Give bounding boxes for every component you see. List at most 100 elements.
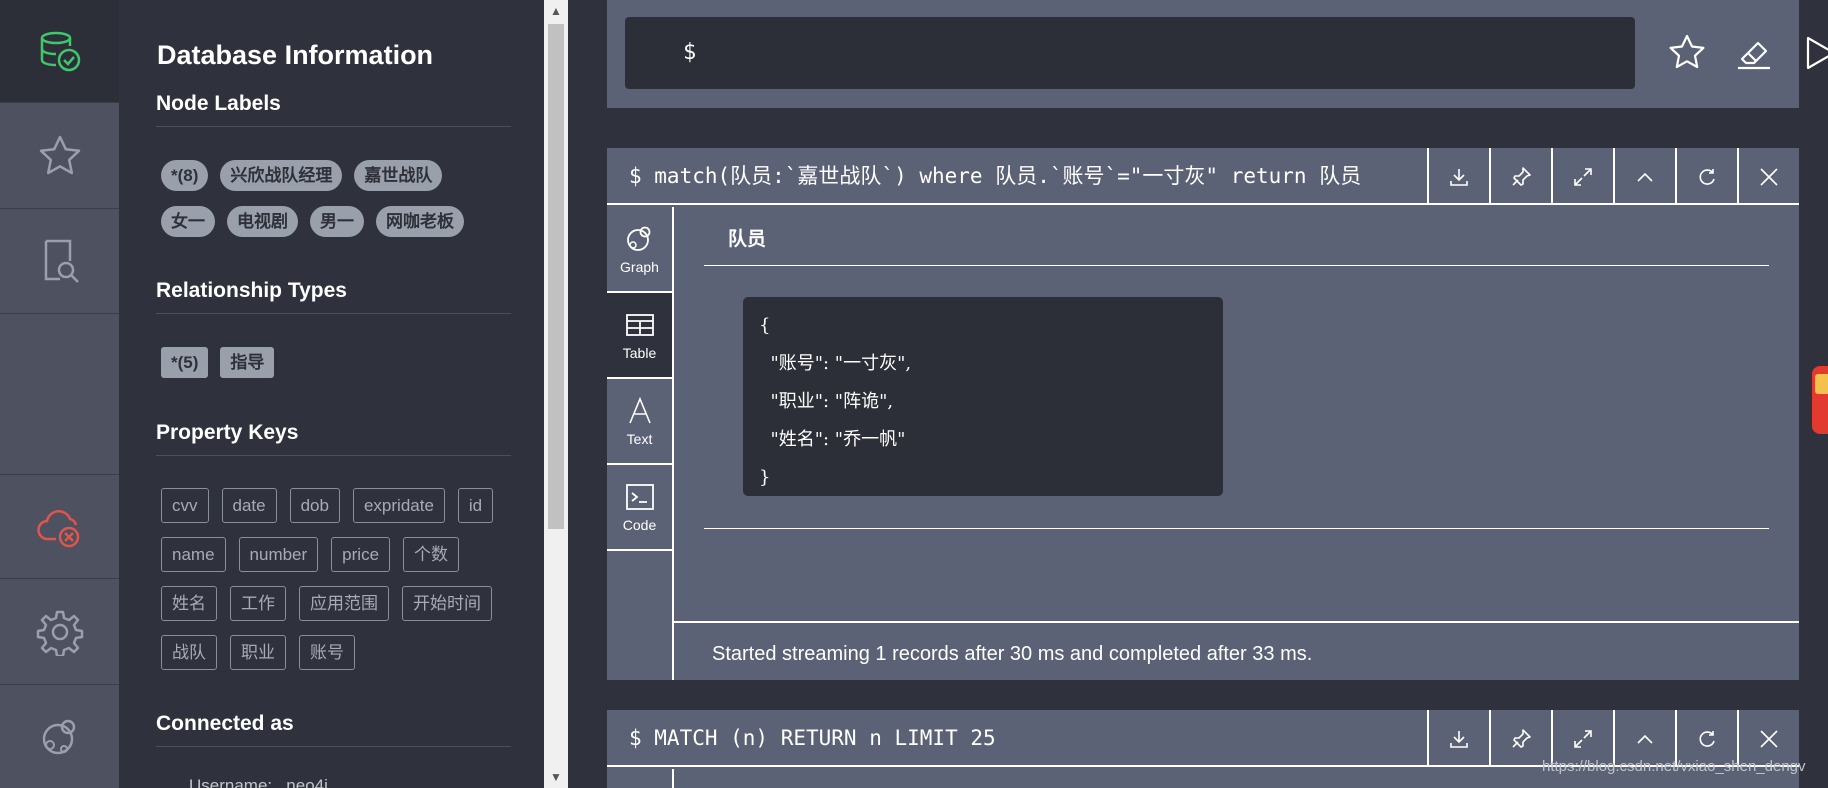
property-key-chip[interactable]: 开始时间 xyxy=(402,586,492,621)
clear-editor-button[interactable] xyxy=(1734,33,1774,73)
scroll-thumb[interactable] xyxy=(548,24,564,529)
close-icon xyxy=(1760,729,1778,748)
table-icon xyxy=(625,314,654,336)
property-key-chip[interactable]: dob xyxy=(289,488,340,523)
scroll-down-arrow-icon[interactable]: ▼ xyxy=(544,766,568,788)
download-button[interactable] xyxy=(1427,148,1489,205)
result-stream: $ $ match(队员:`嘉世战队`) where 队员.`账号`="一寸灰"… xyxy=(568,0,1828,788)
query-editor-input[interactable]: $ xyxy=(625,17,1635,89)
tab-code[interactable]: Code xyxy=(607,465,672,551)
pin-icon xyxy=(1512,166,1531,186)
result-frame: $ match(队员:`嘉世战队`) where 队员.`账号`="一寸灰" r… xyxy=(607,148,1799,680)
favorite-button[interactable] xyxy=(1667,33,1707,73)
node-label-chip[interactable]: 嘉世战队 xyxy=(354,160,443,191)
node-label-chip[interactable]: 电视剧 xyxy=(227,206,298,237)
pin-button[interactable] xyxy=(1489,148,1551,205)
node-labels-list: *(8) 兴欣战队经理 嘉世战队 女一 电视剧 男一 网咖老板 xyxy=(161,160,511,252)
sidebar-item-connection[interactable] xyxy=(0,475,119,579)
property-keys-list: cvv date dob expridate id name number pr… xyxy=(161,488,511,684)
rerun-icon xyxy=(1699,730,1715,747)
row-divider xyxy=(704,528,1769,529)
expand-icon xyxy=(1574,729,1592,748)
relationship-types-list: *(5) 指导 xyxy=(161,347,511,393)
close-icon xyxy=(1760,167,1778,186)
node-label-chip[interactable]: 女一 xyxy=(161,206,215,237)
property-key-chip[interactable]: 战队 xyxy=(161,635,217,670)
property-keys-heading: Property Keys xyxy=(156,421,511,456)
sidebar-item-documents[interactable] xyxy=(0,209,119,314)
sidebar-item-favorites[interactable] xyxy=(0,103,119,209)
star-icon xyxy=(39,135,80,174)
pin-icon xyxy=(1512,728,1531,748)
frame-header: $ match(队员:`嘉世战队`) where 队员.`账号`="一寸灰" r… xyxy=(607,148,1799,205)
property-key-chip[interactable]: 账号 xyxy=(299,635,355,670)
rerun-button[interactable] xyxy=(1675,148,1737,205)
username-row: Username: neo4j xyxy=(189,776,328,788)
collapse-icon xyxy=(1637,172,1653,182)
sidebar-item-about[interactable] xyxy=(0,685,119,788)
drawer-scrollbar[interactable]: ▲ ▼ xyxy=(544,0,568,788)
floating-red-badge[interactable] xyxy=(1812,366,1828,434)
property-key-chip[interactable]: 应用范围 xyxy=(299,586,389,621)
rerun-icon xyxy=(1699,168,1715,185)
property-key-chip[interactable]: cvv xyxy=(161,488,209,523)
sidebar-item-database[interactable] xyxy=(0,0,119,103)
text-icon xyxy=(628,396,651,424)
document-search-icon xyxy=(44,239,79,283)
database-info-drawer: Database Information Node Labels *(8) 兴欣… xyxy=(119,0,544,788)
tab-table-label: Table xyxy=(622,345,657,361)
relationship-type-chip[interactable]: 指导 xyxy=(220,347,275,378)
result-frame: $ MATCH (n) RETURN n LIMIT 25 xyxy=(607,710,1799,788)
property-key-chip[interactable]: 姓名 xyxy=(161,586,217,621)
node-label-chip[interactable]: 网咖老板 xyxy=(376,206,464,237)
table-column-header: 队员 xyxy=(728,229,767,250)
sidebar-item-settings[interactable] xyxy=(0,579,119,685)
property-key-chip[interactable]: name xyxy=(161,537,226,572)
tab-text-label: Text xyxy=(626,431,653,447)
fullscreen-button[interactable] xyxy=(1551,148,1613,205)
relationship-types-heading: Relationship Types xyxy=(156,279,511,314)
tab-graph[interactable]: Graph xyxy=(607,207,672,293)
frame-query-text[interactable]: $ MATCH (n) RETURN n LIMIT 25 xyxy=(629,710,996,767)
property-key-chip[interactable]: number xyxy=(238,537,319,572)
node-label-chip[interactable]: 兴欣战队经理 xyxy=(220,160,343,191)
relationship-type-chip[interactable]: *(5) xyxy=(161,347,209,378)
collapse-button[interactable] xyxy=(1613,148,1675,205)
record-line: "职业": "阵诡", xyxy=(759,391,894,412)
property-key-chip[interactable]: 个数 xyxy=(403,537,460,572)
play-icon xyxy=(1806,36,1828,70)
property-key-chip[interactable]: expridate xyxy=(352,488,445,523)
property-key-chip[interactable]: 工作 xyxy=(230,586,286,621)
sidebar-item-empty xyxy=(0,314,119,475)
status-text: Started streaming 1 records after 30 ms … xyxy=(712,643,1313,665)
property-key-chip[interactable]: date xyxy=(221,488,277,523)
frame-actions xyxy=(1427,148,1799,205)
node-label-chip[interactable]: 男一 xyxy=(310,206,364,237)
tab-text[interactable]: Text xyxy=(607,379,672,465)
download-button[interactable] xyxy=(1427,710,1489,767)
node-label-chip[interactable]: *(8) xyxy=(161,160,209,191)
code-terminal-icon xyxy=(625,484,654,510)
star-icon xyxy=(1669,34,1705,69)
record-line: "姓名": "乔一帆" xyxy=(759,429,906,450)
record-cell: { "账号": "一寸灰", "职业": "阵诡", "姓名": "乔一帆" } xyxy=(743,297,1223,496)
icon-rail xyxy=(0,0,119,788)
scroll-up-arrow-icon[interactable]: ▲ xyxy=(544,0,568,22)
property-key-chip[interactable]: id xyxy=(457,488,494,523)
connected-as-heading: Connected as xyxy=(156,712,511,747)
tab-table[interactable]: Table xyxy=(607,293,672,379)
run-query-button[interactable] xyxy=(1800,33,1828,73)
collapse-icon xyxy=(1637,734,1653,744)
record-line: { xyxy=(759,315,771,336)
record-line: "账号": "一寸灰", xyxy=(759,353,912,374)
neo4j-logo-icon xyxy=(42,719,75,754)
tab-code-label: Code xyxy=(622,517,657,533)
property-key-chip[interactable]: 职业 xyxy=(230,635,286,670)
view-tabs: Graph Table Text Code xyxy=(607,207,674,680)
expand-icon xyxy=(1574,167,1592,186)
frame-query-text[interactable]: $ match(队员:`嘉世战队`) where 队员.`账号`="一寸灰" r… xyxy=(629,148,1361,205)
graph-icon xyxy=(626,226,650,251)
close-frame-button[interactable] xyxy=(1737,148,1799,205)
drawer-title: Database Information xyxy=(157,40,434,70)
property-key-chip[interactable]: price xyxy=(331,537,391,572)
